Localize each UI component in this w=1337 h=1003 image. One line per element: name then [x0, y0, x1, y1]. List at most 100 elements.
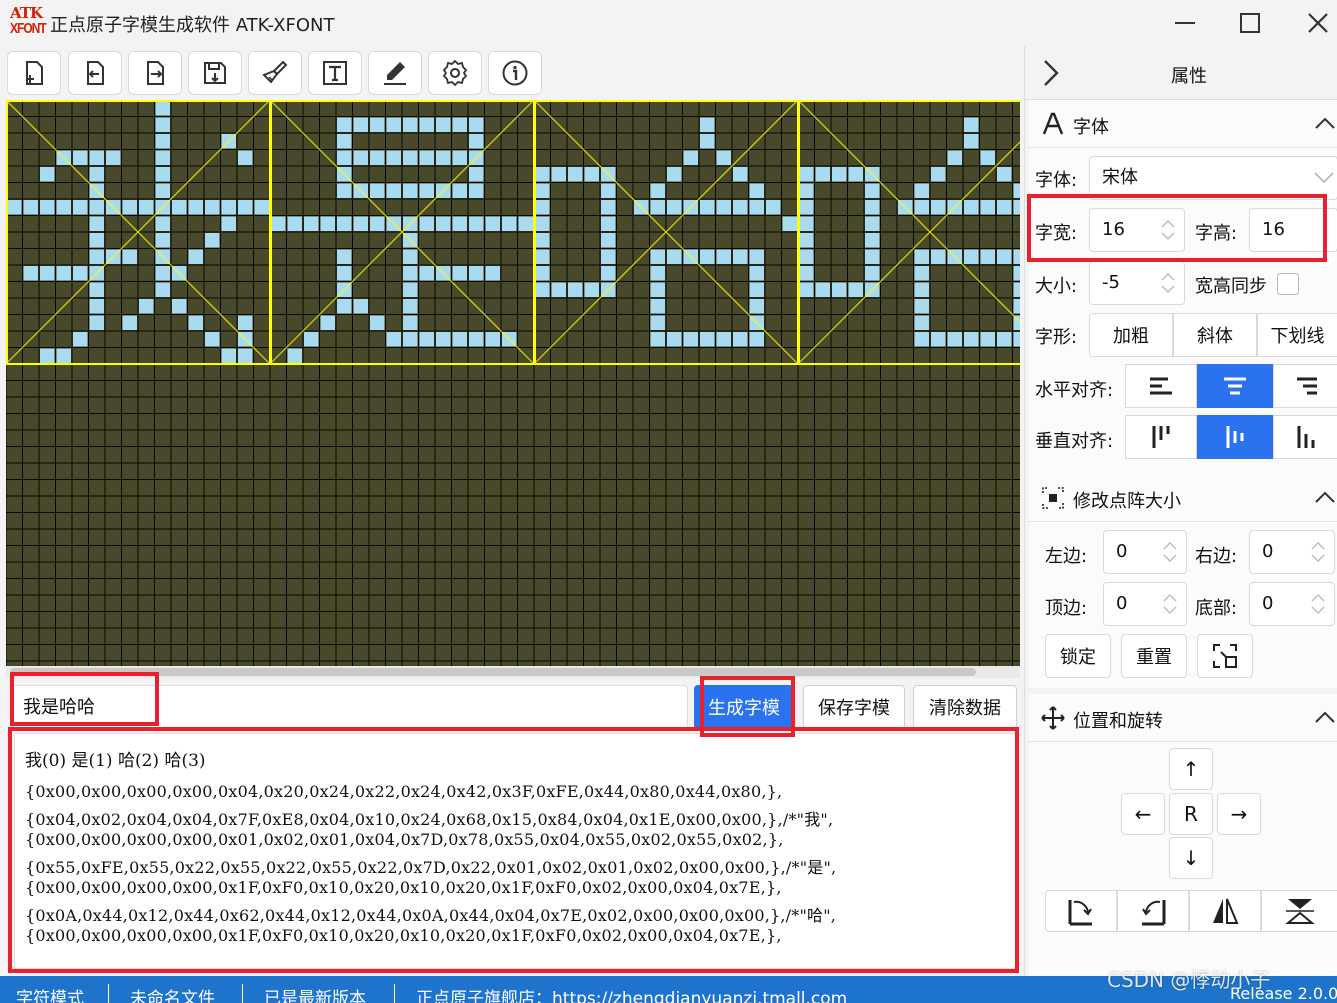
export-button[interactable]	[128, 51, 182, 95]
text-input[interactable]: 我是哈哈	[12, 685, 688, 729]
align-left-icon	[1150, 377, 1172, 395]
logo-bottom-text: XFONT	[10, 19, 47, 37]
lit-pixel	[403, 282, 418, 297]
import-button[interactable]	[68, 51, 122, 95]
pen-button[interactable]	[368, 51, 422, 95]
lit-pixel	[502, 216, 517, 231]
chevron-up-icon[interactable]	[1314, 489, 1336, 505]
output-line: {0x00,0x00,0x00,0x00,0x1F,0xF0,0x10,0x20…	[25, 926, 782, 945]
right-margin-value: 0	[1262, 541, 1274, 562]
spin-arrows-icon[interactable]	[1310, 540, 1326, 564]
lit-pixel	[683, 332, 698, 347]
brush-button[interactable]	[248, 51, 302, 95]
rotate-left-icon	[1068, 900, 1092, 926]
lit-pixel	[89, 200, 104, 215]
chevron-up-icon[interactable]	[1314, 709, 1336, 725]
lit-pixel	[865, 233, 880, 248]
lit-pixel	[749, 249, 764, 264]
spin-arrows-icon[interactable]	[1160, 271, 1176, 295]
spin-arrows-icon[interactable]	[1160, 218, 1176, 242]
reset-button[interactable]: 重置	[1121, 634, 1187, 678]
flip-horizontal-button[interactable]	[1189, 890, 1261, 932]
clear-data-button[interactable]: 清除数据	[913, 685, 1017, 729]
spin-arrows-icon[interactable]	[1162, 540, 1178, 564]
lit-pixel	[980, 332, 995, 347]
save-button[interactable]	[188, 51, 242, 95]
italic-toggle[interactable]: 斜体	[1173, 313, 1257, 357]
dot-matrix-grid[interactable]	[6, 100, 1020, 666]
underline-toggle[interactable]: 下划线	[1257, 313, 1337, 357]
resize-icon	[1042, 487, 1064, 509]
position-section-header[interactable]: 位置和旋转	[1029, 694, 1337, 742]
size-label: 大小:	[1035, 276, 1078, 297]
lit-pixel	[914, 200, 929, 215]
matrix-section-header[interactable]: 修改点阵大小	[1029, 474, 1337, 522]
scrollbar-thumb[interactable]	[10, 668, 976, 676]
top-margin-spinbox[interactable]: 0	[1103, 582, 1187, 626]
lit-pixel	[221, 200, 236, 215]
maximize-button[interactable]	[1220, 0, 1280, 46]
height-value: 16	[1262, 219, 1285, 240]
lit-pixel	[403, 117, 418, 132]
width-value: 16	[1102, 219, 1125, 240]
settings-button[interactable]	[428, 51, 482, 95]
lit-pixel	[469, 183, 484, 198]
spin-arrows-icon[interactable]	[1310, 592, 1326, 616]
rotate-right-button[interactable]	[1117, 890, 1189, 932]
align-bottom-button[interactable]	[1273, 415, 1337, 459]
auto-fit-button[interactable]	[1197, 634, 1253, 678]
reset-position-button[interactable]: R	[1169, 793, 1213, 835]
align-center-button[interactable]	[1197, 364, 1273, 408]
lit-pixel	[320, 315, 335, 330]
font-select[interactable]: 宋体	[1089, 156, 1337, 200]
height-spinbox[interactable]: 16	[1249, 208, 1337, 252]
lit-pixel	[964, 200, 979, 215]
lit-pixel	[733, 332, 748, 347]
new-file-button[interactable]	[7, 51, 61, 95]
lit-pixel	[386, 117, 401, 132]
move-down-button[interactable]: ↓	[1169, 837, 1213, 879]
text-tool-button[interactable]	[308, 51, 362, 95]
sync-checkbox[interactable]	[1277, 273, 1299, 295]
close-button[interactable]	[1288, 0, 1337, 46]
lit-pixel	[799, 167, 814, 182]
output-textarea[interactable]: 我(0) 是(1) 哈(2) 哈(3) {0x00,0x00,0x00,0x00…	[14, 733, 1016, 969]
minimize-button[interactable]	[1155, 0, 1215, 46]
flip-vertical-button[interactable]	[1261, 890, 1337, 932]
align-right-button[interactable]	[1273, 364, 1337, 408]
lit-pixel	[931, 200, 946, 215]
width-spinbox[interactable]: 16	[1089, 208, 1185, 252]
move-left-button[interactable]: ←	[1121, 793, 1165, 835]
lit-pixel	[914, 183, 929, 198]
rotate-left-button[interactable]	[1045, 890, 1117, 932]
collapse-panel-icon[interactable]	[1041, 58, 1061, 88]
size-spinbox[interactable]: -5	[1089, 261, 1185, 305]
lit-pixel	[749, 299, 764, 314]
status-shop-link[interactable]: 正点原子旗舰店：https://zhengdianyuanzi.tmall.co…	[416, 984, 847, 1003]
font-section-header[interactable]: 字体	[1029, 100, 1337, 148]
lit-pixel	[139, 299, 154, 314]
lit-pixel	[650, 332, 665, 347]
spin-arrows-icon[interactable]	[1162, 592, 1178, 616]
lit-pixel	[749, 200, 764, 215]
info-button[interactable]	[488, 51, 542, 95]
generate-button[interactable]: 生成字模	[694, 685, 794, 729]
horizontal-scrollbar[interactable]	[6, 666, 1020, 678]
move-right-button[interactable]: →	[1217, 793, 1261, 835]
move-up-button[interactable]: ↑	[1169, 748, 1213, 790]
lit-pixel	[667, 332, 682, 347]
align-left-button[interactable]	[1125, 364, 1197, 408]
lit-pixel	[601, 249, 616, 264]
align-middle-button[interactable]	[1197, 415, 1273, 459]
left-margin-spinbox[interactable]: 0	[1103, 530, 1187, 574]
lock-button[interactable]: 锁定	[1045, 634, 1111, 678]
right-margin-spinbox[interactable]: 0	[1249, 530, 1335, 574]
bold-toggle[interactable]: 加粗	[1089, 313, 1173, 357]
dot-matrix-canvas[interactable]	[6, 100, 1020, 666]
align-top-button[interactable]	[1125, 415, 1197, 459]
bottom-margin-spinbox[interactable]: 0	[1249, 582, 1335, 626]
lit-pixel	[238, 315, 253, 330]
lit-pixel	[535, 266, 550, 281]
chevron-up-icon[interactable]	[1314, 115, 1336, 131]
save-font-button[interactable]: 保存字模	[803, 685, 905, 729]
